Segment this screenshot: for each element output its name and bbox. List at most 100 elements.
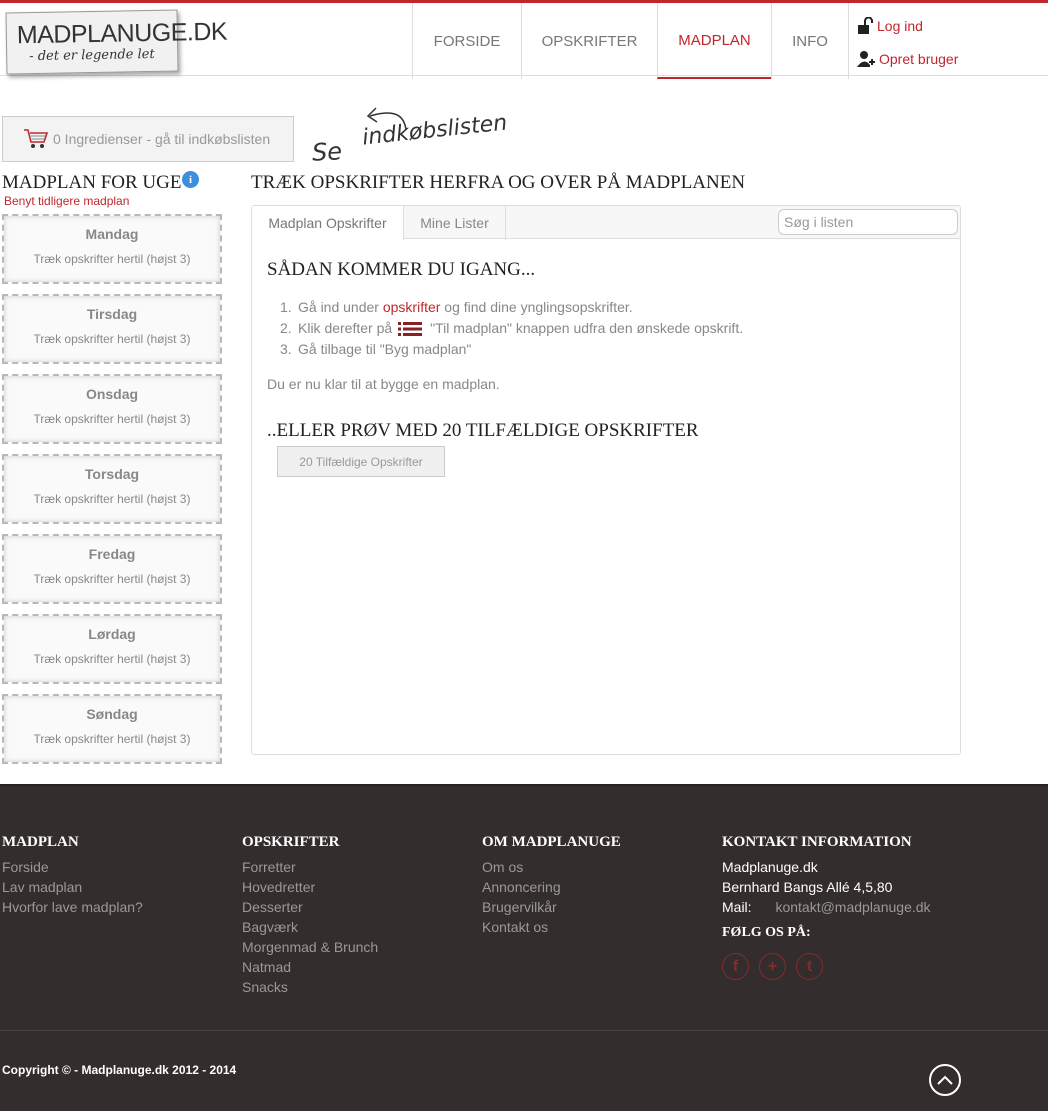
nav-opskrifter[interactable]: OPSKRIFTER — [521, 3, 657, 79]
footer-col-kontakt: KONTAKT INFORMATION Madplanuge.dk Bernha… — [722, 834, 931, 980]
list-icon — [398, 321, 423, 336]
day-drop-zone-mandag[interactable]: Mandag Træk opskrifter hertil (højst 3) — [2, 214, 222, 284]
step-text: Klik derefter på — [298, 320, 393, 336]
week-plan-title: MADPLAN FOR UGE — [2, 172, 182, 193]
site-logo[interactable]: MADPLANUGE.DK - det er legende let — [5, 9, 227, 75]
footer-link[interactable]: Om os — [482, 857, 621, 877]
footer-link[interactable]: Forside — [2, 857, 143, 877]
footer-link[interactable]: Snacks — [242, 977, 378, 997]
nav-forside[interactable]: FORSIDE — [412, 3, 521, 79]
main-title: TRÆK OPSKRIFTER HERFRA OG OVER PÅ MADPLA… — [251, 172, 746, 193]
footer-link[interactable]: Bagværk — [242, 917, 378, 937]
footer-heading: KONTAKT INFORMATION — [722, 834, 912, 850]
day-name: Søndag — [86, 706, 138, 722]
day-name: Tirsdag — [86, 306, 138, 322]
day-hint: Træk opskrifter hertil (højst 3) — [33, 332, 191, 346]
day-drop-zone-sondag[interactable]: Søndag Træk opskrifter hertil (højst 3) — [2, 694, 222, 764]
footer-link[interactable]: Natmad — [242, 957, 378, 977]
register-label: Opret bruger — [879, 51, 959, 67]
recipes-panel: Madplan Opskrifter Mine Lister SÅDAN KOM… — [251, 205, 961, 755]
random-recipes-title: ..ELLER PRØV MED 20 TILFÆLDIGE OPSKRIFTE… — [267, 420, 699, 441]
footer-col-om: OM MADPLANUGE Om os Annoncering Brugervi… — [482, 834, 621, 937]
footer-link[interactable]: Hvorfor lave madplan? — [2, 897, 143, 917]
step-number: 2. — [280, 320, 292, 336]
step-text: Gå ind under — [298, 299, 383, 315]
scroll-to-top-button[interactable] — [929, 1064, 961, 1096]
step-text: "Til madplan" knappen udfra den ønskede … — [430, 320, 744, 336]
day-drop-zone-torsdag[interactable]: Torsdag Træk opskrifter hertil (højst 3) — [2, 454, 222, 524]
step-text: Gå tilbage til "Byg madplan" — [298, 341, 472, 357]
tab-madplan-opskrifter[interactable]: Madplan Opskrifter — [252, 206, 404, 240]
search-input[interactable] — [778, 209, 958, 235]
recipes-link[interactable]: opskrifter — [383, 297, 441, 318]
contact-mail-row: Mail: kontakt@madplanuge.dk — [722, 897, 931, 917]
ready-text: Du er nu klar til at bygge en madplan. — [267, 376, 500, 392]
add-user-icon — [857, 51, 875, 67]
footer-link[interactable]: Desserter — [242, 897, 378, 917]
footer-heading: OM MADPLANUGE — [482, 834, 621, 850]
cart-icon — [24, 129, 49, 148]
day-name: Torsdag — [84, 466, 140, 482]
handwritten-se: Se — [311, 137, 343, 167]
day-drop-zone-onsdag[interactable]: Onsdag Træk opskrifter hertil (højst 3) — [2, 374, 222, 444]
footer-link[interactable]: Morgenmad & Brunch — [242, 937, 378, 957]
previous-plan-link[interactable]: Benyt tidligere madplan — [4, 194, 129, 208]
info-icon[interactable]: i — [182, 171, 199, 188]
nav-info[interactable]: INFO — [771, 3, 848, 79]
footer-bottom: Copyright © - Madplanuge.dk 2012 - 2014 — [0, 1030, 1048, 1111]
step-number: 3. — [280, 341, 292, 357]
panel-tabs: Madplan Opskrifter Mine Lister — [252, 206, 960, 240]
unlock-icon — [858, 17, 873, 34]
google-plus-icon[interactable]: + — [759, 953, 786, 980]
day-drop-zone-tirsdag[interactable]: Tirsdag Træk opskrifter hertil (højst 3) — [2, 294, 222, 364]
step-text: og find dine ynglingsopskrifter. — [440, 299, 633, 315]
list-item: 1. Gå ind under opskrifter og find dine … — [280, 297, 743, 318]
footer-link[interactable]: Annoncering — [482, 877, 621, 897]
mail-label: Mail: — [722, 899, 752, 915]
tab-mine-lister[interactable]: Mine Lister — [404, 206, 506, 240]
day-drop-zone-fredag[interactable]: Fredag Træk opskrifter hertil (højst 3) — [2, 534, 222, 604]
day-hint: Træk opskrifter hertil (højst 3) — [33, 412, 191, 426]
day-name: Mandag — [85, 226, 139, 242]
day-name: Lørdag — [88, 626, 136, 642]
footer-link[interactable]: Kontakt os — [482, 917, 621, 937]
footer: MADPLAN Forside Lav madplan Hvorfor lave… — [0, 784, 1048, 1111]
day-hint: Træk opskrifter hertil (højst 3) — [33, 732, 191, 746]
day-hint: Træk opskrifter hertil (højst 3) — [33, 252, 191, 266]
footer-link[interactable]: Lav madplan — [2, 877, 143, 897]
footer-heading: MADPLAN — [2, 834, 79, 850]
contact-address: Bernhard Bangs Allé 4,5,80 — [722, 879, 893, 895]
footer-col-opskrifter: OPSKRIFTER Forretter Hovedretter Dessert… — [242, 834, 378, 997]
day-hint: Træk opskrifter hertil (højst 3) — [33, 572, 191, 586]
footer-link[interactable]: Brugervilkår — [482, 897, 621, 917]
random-recipes-button[interactable]: 20 Tilfældige Opskrifter — [277, 446, 445, 477]
day-hint: Træk opskrifter hertil (højst 3) — [33, 652, 191, 666]
mail-link[interactable]: kontakt@madplanuge.dk — [775, 899, 930, 915]
list-item: 3. Gå tilbage til "Byg madplan" — [280, 339, 743, 360]
footer-heading: OPSKRIFTER — [242, 834, 340, 850]
social-links: f + t — [722, 953, 931, 980]
login-label: Log ind — [877, 18, 923, 34]
step-number: 1. — [280, 299, 292, 315]
footer-link[interactable]: Forretter — [242, 857, 378, 877]
day-name: Onsdag — [85, 386, 139, 402]
chevron-up-icon — [937, 1075, 953, 1085]
twitter-icon[interactable]: t — [796, 953, 823, 980]
follow-heading: FØLG OS PÅ: — [722, 925, 811, 940]
day-drop-zone-lordag[interactable]: Lørdag Træk opskrifter hertil (højst 3) — [2, 614, 222, 684]
nav-madplan[interactable]: MADPLAN — [657, 3, 771, 79]
day-hint: Træk opskrifter hertil (højst 3) — [33, 492, 191, 506]
top-bar: MADPLANUGE.DK - det er legende let FORSI… — [0, 0, 1048, 79]
day-name: Fredag — [88, 546, 136, 562]
shopping-list-button[interactable]: 0 Ingredienser - gå til indkøbslisten — [2, 116, 294, 162]
cart-label: 0 Ingredienser - gå til indkøbslisten — [53, 131, 271, 147]
footer-col-madplan: MADPLAN Forside Lav madplan Hvorfor lave… — [2, 834, 143, 917]
login-link[interactable]: Log ind — [857, 17, 923, 35]
copyright: Copyright © - Madplanuge.dk 2012 - 2014 — [2, 1063, 237, 1077]
register-link[interactable]: Opret bruger — [857, 50, 958, 68]
getting-started-title: SÅDAN KOMMER DU IGANG... — [267, 259, 536, 280]
facebook-icon[interactable]: f — [722, 953, 749, 980]
logo-name: MADPLANUGE.DK — [16, 17, 228, 50]
list-item: 2. Klik derefter på "Til madplan" knappe… — [280, 318, 743, 339]
footer-link[interactable]: Hovedretter — [242, 877, 378, 897]
